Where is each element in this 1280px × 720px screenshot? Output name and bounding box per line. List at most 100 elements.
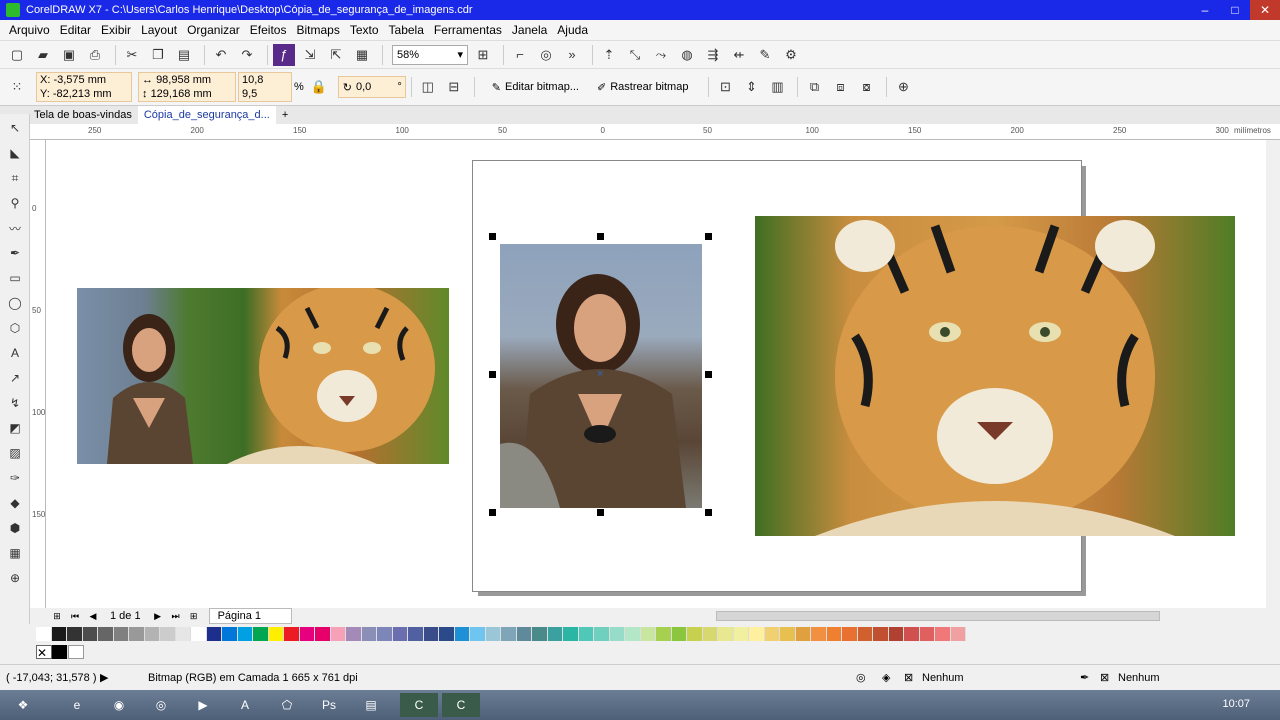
show-rulers-icon[interactable]: ⌐ [509,44,531,66]
menu-ajuda[interactable]: Ajuda [552,23,593,37]
vertical-scrollbar[interactable] [1266,140,1280,608]
palette-swatch[interactable] [904,627,920,641]
minimize-button[interactable]: – [1190,0,1220,20]
palette-swatch[interactable] [144,627,160,641]
corel-icon[interactable]: ⬠ [268,693,306,717]
more-tools-icon[interactable]: » [561,44,583,66]
group-icon[interactable]: ⧈ [829,76,851,98]
crop-icon[interactable]: ⊡ [714,76,736,98]
rectangle-tool-icon[interactable]: ▭ [4,267,26,289]
arrange-icon[interactable]: ⧉ [803,76,825,98]
new-tab-icon[interactable]: + [276,106,294,124]
view-options-icon[interactable]: ◎ [535,44,557,66]
horizontal-ruler[interactable]: 250 200 150 100 50 0 50 100 150 200 250 300 milímetr… [30,124,1280,140]
bitmap-combined-image[interactable] [77,288,449,464]
height-field[interactable]: ↕ 129,168 mm [142,87,235,101]
palette-swatch[interactable] [671,627,687,641]
prev-page-icon[interactable]: ◀ [86,609,100,623]
palette-swatch[interactable] [516,627,532,641]
palette-swatch[interactable] [423,627,439,641]
scrollbar-thumb[interactable] [716,611,1160,621]
palette-swatch[interactable] [470,627,486,641]
selection-handle[interactable] [705,509,712,516]
selection-handle[interactable] [489,509,496,516]
palette-swatch[interactable] [578,627,594,641]
drop-shadow-tool-icon[interactable]: ◩ [4,417,26,439]
transparency-tool-icon[interactable]: ▨ [4,442,26,464]
search-content-icon[interactable]: ƒ [273,43,295,66]
freehand-tool-icon[interactable]: 〰 [4,217,26,239]
palette-swatch[interactable] [935,627,951,641]
y-position-field[interactable]: Y: -82,213 mm [40,87,131,101]
palette-swatch[interactable] [67,627,83,641]
palette-swatch[interactable] [687,627,703,641]
palette-swatch[interactable] [36,627,52,641]
next-page-icon[interactable]: ▶ [151,609,165,623]
tab-document[interactable]: Cópia_de_segurança_d... [137,106,276,124]
palette-swatch[interactable] [222,627,238,641]
palette-swatch[interactable] [826,627,842,641]
palette-swatch[interactable] [842,627,858,641]
snap-icon[interactable]: ⇡ [598,44,620,66]
play-icon[interactable]: ▶ [100,671,108,684]
palette-swatch[interactable] [950,627,966,641]
palette-swatch[interactable] [873,627,889,641]
polygon-tool-icon[interactable]: ⬡ [4,317,26,339]
eyedropper-tool-icon[interactable]: ✑ [4,467,26,489]
outline-tool-icon[interactable]: ▦ [4,542,26,564]
add-tool-icon[interactable]: ⊕ [4,567,26,589]
coreldraw-taskbar-icon[interactable]: C [400,693,438,717]
undo-icon[interactable]: ↶ [210,44,232,66]
palette-swatch[interactable] [702,627,718,641]
menu-efeitos[interactable]: Efeitos [245,23,292,37]
palette-swatch[interactable] [594,627,610,641]
palette-swatch[interactable] [82,627,98,641]
menu-texto[interactable]: Texto [345,23,384,37]
add-icon[interactable]: ⊕ [892,76,914,98]
position-fields[interactable]: X: -3,575 mm Y: -82,213 mm [36,72,132,102]
scale-fields[interactable]: 10,8 9,5 [238,72,292,102]
internet-explorer-icon[interactable]: e [58,693,96,717]
palette-swatch[interactable] [563,627,579,641]
menu-bitmaps[interactable]: Bitmaps [291,23,344,37]
palette-swatch[interactable] [175,627,191,641]
firefox-icon[interactable]: ◉ [100,693,138,717]
open-icon[interactable]: ▰ [32,44,54,66]
scale-width-field[interactable]: 10,8 [242,73,291,87]
close-button[interactable]: ✕ [1250,0,1280,20]
menu-arquivo[interactable]: Arquivo [4,23,55,37]
palette-swatch[interactable] [113,627,129,641]
trace-icon[interactable]: ⤡ [624,44,646,66]
photoshop-icon[interactable]: Ps [310,693,348,717]
rotation-field[interactable]: ↻ 0,0 ° [337,76,406,98]
bitmap-color-mask-icon[interactable]: ▥ [766,76,788,98]
x-position-field[interactable]: X: -3,575 mm [40,73,131,87]
bitmap-effect-icon[interactable]: ⤳ [650,44,672,66]
selection-handle[interactable] [705,233,712,240]
palette-swatch[interactable] [485,627,501,641]
mask-icon[interactable]: ◍ [676,44,698,66]
scale-height-field[interactable]: 9,5 [242,87,291,101]
artistic-media-icon[interactable]: ✒ [4,242,26,264]
menu-ferramentas[interactable]: Ferramentas [429,23,507,37]
paste-icon[interactable]: ▤ [173,44,195,66]
menu-layout[interactable]: Layout [136,23,182,37]
palette-swatch[interactable] [625,627,641,641]
palette-swatch[interactable] [780,627,796,641]
mirror-horizontal-icon[interactable]: ◫ [417,76,439,98]
palette-swatch[interactable] [454,627,470,641]
palette-swatch[interactable] [346,627,362,641]
cut-icon[interactable]: ✂ [121,44,143,66]
trace-bitmap-button[interactable]: ✐ Rastrear bitmap [591,75,694,99]
smart-fill-icon[interactable]: ⬢ [4,517,26,539]
brush-icon[interactable]: ✎ [754,44,776,66]
menu-janela[interactable]: Janela [507,23,552,37]
import-icon[interactable]: ⇲ [299,44,321,66]
palette-swatch[interactable] [268,627,284,641]
bitmap-tiger-image[interactable] [755,216,1235,536]
palette-swatch[interactable] [888,627,904,641]
palette-swatch[interactable] [749,627,765,641]
palette-swatch[interactable] [206,627,222,641]
interactive-fill-icon[interactable]: ◆ [4,492,26,514]
palette-swatch[interactable] [253,627,269,641]
